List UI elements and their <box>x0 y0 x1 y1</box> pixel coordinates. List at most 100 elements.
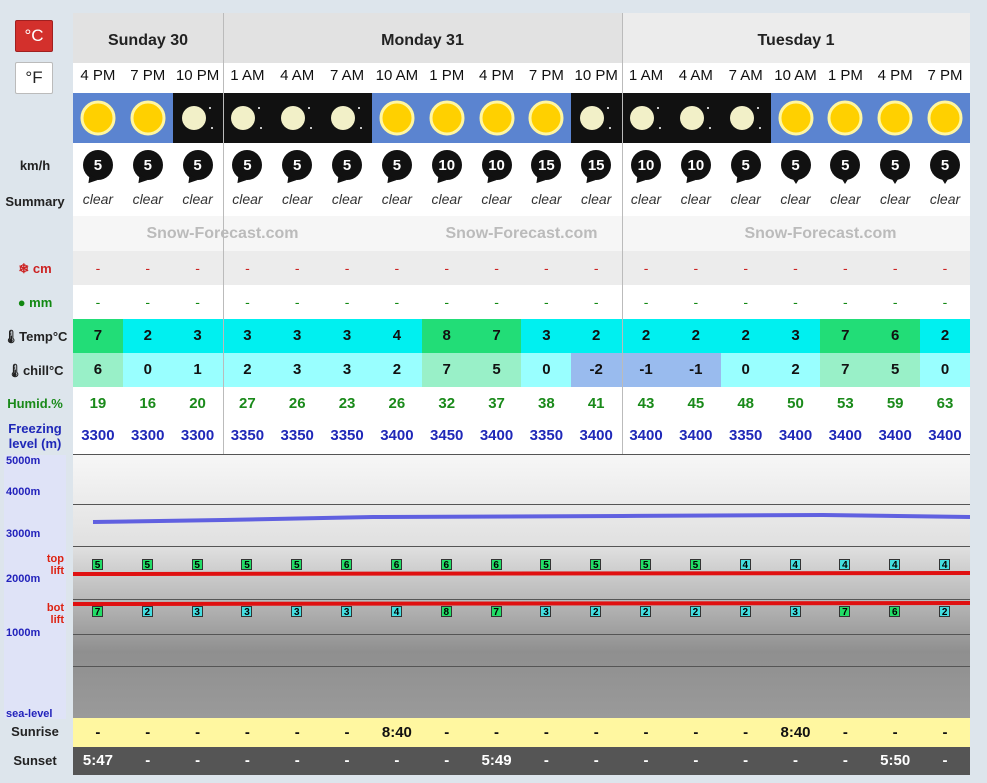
rain-cell: - <box>693 294 699 310</box>
bot-lift-temp: 3 <box>341 606 353 618</box>
humidity-cell: 26 <box>388 395 406 412</box>
chill-cell: -2 <box>571 353 622 387</box>
wind-arrow-icon: 10 <box>680 150 711 180</box>
sunrise-cell: - <box>842 724 848 741</box>
humidity-cell: 37 <box>488 395 505 412</box>
summary-cell: clear <box>232 191 263 207</box>
time-cell: 1 AM <box>628 67 664 84</box>
sun-icon <box>421 93 472 143</box>
freezing-level-cell: 3350 <box>230 427 265 444</box>
rain-cell: - <box>444 294 450 310</box>
day-header: Monday 31 <box>223 13 622 63</box>
wind-cell: 5 <box>222 148 272 182</box>
chill-cell: 2 <box>770 353 821 387</box>
rain-cell: - <box>394 294 400 310</box>
freezing-level-cell: 3350 <box>728 427 763 444</box>
freezing-level-cell: 3300 <box>131 427 165 444</box>
moon-icon <box>322 93 372 143</box>
summary-cell: clear <box>381 191 413 207</box>
chill-cell: 0 <box>920 353 970 387</box>
top-lift-temp: 5 <box>291 559 303 571</box>
snow-cell: - <box>693 260 699 276</box>
sunrise-cell: - <box>195 724 201 741</box>
freezing-level-cell: 3400 <box>679 427 713 444</box>
sunrise-cell: - <box>494 724 500 741</box>
humidity-cell: 50 <box>787 395 804 412</box>
sunset-cell: - <box>543 752 549 769</box>
wind-arrow-icon: 5 <box>730 150 761 180</box>
chill-cell: 6 <box>73 353 123 387</box>
sunset-cell: 5:49 <box>481 752 512 769</box>
chill-cell: 3 <box>272 353 323 387</box>
summary-cell: clear <box>929 191 961 207</box>
temp-cell: 3 <box>172 319 223 353</box>
alt-label: 3000m <box>6 528 41 540</box>
wind-arrow-icon: 15 <box>581 150 612 180</box>
top-lift-temp: 5 <box>92 559 103 571</box>
bot-lift-temp: 3 <box>191 606 203 618</box>
sun-icon <box>820 93 871 143</box>
snow-cell: - <box>394 260 400 276</box>
wind-cell: 10 <box>472 148 522 182</box>
alt-label: 5000m <box>6 455 41 467</box>
wind-label: km/h <box>19 158 51 173</box>
celsius-button[interactable]: °C <box>15 20 53 52</box>
humidity-label: Humid.% <box>7 396 63 411</box>
temp-cell: 7 <box>471 319 522 353</box>
humidity-cell: 41 <box>587 395 605 412</box>
wind-cell: 15 <box>521 148 571 182</box>
sunset-cell: - <box>793 752 798 769</box>
summary-cell: clear <box>481 191 512 207</box>
top-lift-temp: 4 <box>839 559 851 571</box>
altitude-scale: 5000m 4000m 3000m 2000m 1000m sea-level … <box>4 455 66 720</box>
sunset-cell: - <box>344 752 350 769</box>
time-cell: 4 AM <box>280 67 315 84</box>
mountain-chart: 5 5 5 5 5 6 6 6 6 5 5 5 5 4 4 4 4 4 7 2 3 3 3 3 4 8 7 3 2 2 2 2 3 7 6 2 <box>73 454 970 718</box>
sunset-cell: - <box>743 752 749 769</box>
time-cell: 7 PM <box>528 67 564 84</box>
sun-icon <box>521 93 572 143</box>
watermark: Snow-Forecast.com <box>744 225 897 242</box>
sunset-cell: 5:50 <box>880 752 911 769</box>
temp-cell: 3 <box>322 319 372 353</box>
chill-cell: 2 <box>371 353 422 387</box>
wind-arrow-icon: 5 <box>132 150 163 180</box>
snowflake-icon: ❄ <box>18 261 33 276</box>
humidity-cell: 59 <box>886 395 904 412</box>
snow-cell: - <box>942 260 948 276</box>
wind-arrow-icon: 5 <box>82 150 113 180</box>
sunrise-label: Sunrise <box>11 724 59 739</box>
humidity-cell: 23 <box>338 395 356 412</box>
sunset-cell: - <box>942 752 948 769</box>
chill-label: 🌡chill°C <box>6 363 64 378</box>
rain-cell: - <box>494 294 499 310</box>
bot-lift-temp: 2 <box>939 606 951 618</box>
chill-cell: 1 <box>172 353 223 387</box>
rain-cell: - <box>145 294 151 310</box>
wind-arrow-icon: 10 <box>631 150 662 180</box>
bot-lift-temp: 3 <box>540 606 552 618</box>
bot-lift-temp: 2 <box>590 606 602 618</box>
fahrenheit-button[interactable]: °F <box>15 62 53 94</box>
wind-cell: 5 <box>870 148 920 184</box>
temp-cell: 8 <box>421 319 472 353</box>
rain-cell: - <box>942 294 948 310</box>
sunrise-cell: - <box>942 724 948 741</box>
wind-cell: 5 <box>920 148 970 184</box>
sun-icon <box>73 93 123 143</box>
bot-lift-temp: 2 <box>640 606 652 618</box>
chill-cell: -1 <box>670 353 721 387</box>
top-lift-temp: 4 <box>789 559 801 571</box>
temp-cell: 7 <box>820 319 871 353</box>
wind-cell: 15 <box>571 148 621 182</box>
rain-cell: - <box>643 294 649 310</box>
wind-cell: 10 <box>671 148 721 182</box>
summary-cell: clear <box>82 191 114 207</box>
summary-cell: clear <box>331 191 363 207</box>
time-cell: 1 PM <box>827 67 863 84</box>
wind-cell: 5 <box>322 148 372 182</box>
wind-cell: 5 <box>272 148 322 182</box>
freezing-level-cell: 3400 <box>928 427 962 444</box>
watermark: Snow-Forecast.com <box>445 225 598 242</box>
top-lift-temp: 5 <box>540 559 552 571</box>
